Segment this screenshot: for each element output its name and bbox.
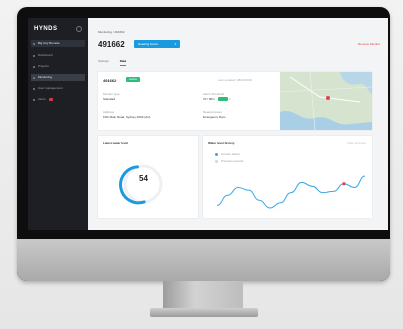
sidebar-item-label: Big City Remote xyxy=(38,41,60,45)
gauge-track xyxy=(123,164,163,204)
chevron-down-icon: ▾ xyxy=(174,42,176,46)
field-nearest-asset: Nearest Asset Emergency Dam xyxy=(203,110,225,119)
field-label: Monitor type xyxy=(103,92,120,96)
map-graphic xyxy=(280,72,372,130)
tab-settings[interactable]: Settings xyxy=(98,59,109,65)
status-badge: Active xyxy=(126,77,140,82)
sidebar-item-alerts[interactable]: Alerts xyxy=(31,96,85,103)
field-label: Alarm threshold xyxy=(203,92,225,96)
field-alarm-threshold: Alarm threshold 70 / 95m ✓ xyxy=(203,92,232,102)
heading-button[interactable]: Heading button ▾ xyxy=(134,40,180,48)
sidebar-item-label: Dashboard xyxy=(38,53,53,57)
sidebar: HYNDS Big City Remote Dashboard Projects… xyxy=(28,18,88,230)
field-label: Address xyxy=(103,110,115,114)
dashboard-icon xyxy=(33,54,35,57)
last-updated: Last updated: 08/02/2019 xyxy=(218,78,253,82)
highlight-point xyxy=(342,182,346,186)
main-content: Monitoring / 491662 491662 Heading butto… xyxy=(88,18,388,230)
sidebar-item-projects[interactable]: Projects xyxy=(31,63,85,70)
sidebar-item-label: User management xyxy=(38,86,63,90)
map-pin-icon xyxy=(326,96,330,100)
location-map[interactable] xyxy=(280,72,372,130)
folder-icon xyxy=(33,65,35,68)
field-label: Nearest Asset xyxy=(203,110,222,114)
tab-bar: Settings Data xyxy=(98,59,136,66)
monitor-stand-neck xyxy=(163,281,243,309)
breadcrumb[interactable]: Monitoring / 491662 xyxy=(98,30,125,34)
field-value: 70 / 95m ✓ xyxy=(203,97,232,102)
sidebar-item-big-city[interactable]: Big City Remote xyxy=(31,40,85,47)
brand-logo[interactable]: HYNDS xyxy=(34,26,58,32)
app-screen: HYNDS Big City Remote Dashboard Projects… xyxy=(28,18,388,230)
heading-button-label: Heading button xyxy=(138,42,159,46)
monitor-id: 491662 xyxy=(103,78,117,83)
sidebar-item-label: Monitoring xyxy=(38,75,53,79)
field-value: Emergency Dam xyxy=(203,115,226,119)
monitor-stand-base xyxy=(150,308,258,317)
field-value: 10th Main Road, Sydney 2000 (AU) xyxy=(103,115,151,119)
remove-monitor-link[interactable]: Remove Monitor xyxy=(358,42,380,46)
history-chart xyxy=(215,175,366,211)
field-monitor-type: Monitor type Standard xyxy=(103,92,120,101)
tab-data[interactable]: Data xyxy=(119,59,127,66)
summary-card: 491662 Active Last updated: 08/02/2019 M… xyxy=(98,72,372,130)
series-line-current xyxy=(216,175,366,209)
home-icon xyxy=(33,42,35,45)
sidebar-item-label: Alerts xyxy=(38,97,46,101)
page-title: 491662 xyxy=(98,40,125,49)
sidebar-item-label: Projects xyxy=(38,64,49,68)
bell-icon xyxy=(33,98,35,101)
sidebar-item-users[interactable]: User management xyxy=(31,85,85,92)
threshold-value: 70 / 95m xyxy=(203,97,215,101)
history-card: Water level history Past 12 hours Curren… xyxy=(203,136,372,218)
alert-badge xyxy=(48,97,53,101)
field-address: Address 10th Main Road, Sydney 2000 (AU) xyxy=(103,110,150,119)
monitor-icon xyxy=(33,76,35,79)
sidebar-item-dashboard[interactable]: Dashboard xyxy=(31,52,85,59)
menu-toggle-icon[interactable] xyxy=(76,26,82,32)
threshold-toggle[interactable] xyxy=(217,97,228,102)
monitor-chin xyxy=(17,239,390,281)
field-value: Standard xyxy=(103,97,116,101)
latest-level-card: Latest water level 54 xyxy=(98,136,198,218)
level-value: 54 xyxy=(139,174,148,183)
level-gauge xyxy=(119,164,163,205)
edit-icon[interactable]: ✓ xyxy=(229,97,232,101)
user-icon xyxy=(33,87,35,90)
sidebar-item-monitoring[interactable]: Monitoring xyxy=(31,74,85,81)
